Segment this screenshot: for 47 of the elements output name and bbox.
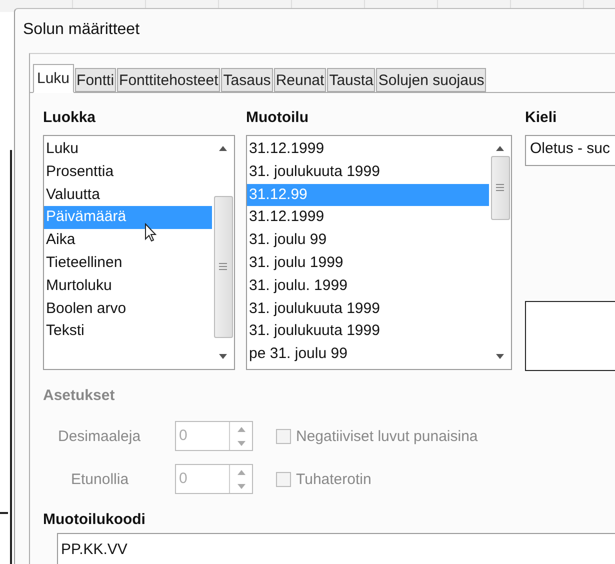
tab[interactable]: Fontti	[74, 68, 116, 92]
section-label: Muotoilukoodi	[43, 511, 146, 530]
tab[interactable]: Luku	[33, 64, 74, 93]
tab[interactable]: Solujen suojaus	[376, 68, 486, 92]
section-label: Muotoilu	[246, 109, 310, 128]
checkbox-label: Tuhaterotin	[296, 470, 372, 488]
up-arrow-icon[interactable]	[219, 146, 227, 151]
field-label: Etunollia	[70, 470, 130, 488]
list-item[interactable]: 31.12.1999	[247, 138, 489, 161]
scroll-thumb[interactable]	[490, 156, 510, 220]
grip-icon	[496, 184, 504, 191]
list-item[interactable]: Tieteellinen	[44, 252, 212, 275]
grip-icon	[219, 263, 227, 270]
list-item[interactable]: Luku	[44, 138, 212, 161]
list-item[interactable]: 31. joulu 99	[247, 229, 489, 252]
list-item[interactable]: Prosenttia	[44, 160, 212, 184]
section-label: Luokka	[43, 109, 97, 128]
category-list[interactable]: Luku Prosenttia Valuutta Päivämäärä Aika Tieteellinen Murtoluku Boolen arvo Teksti	[43, 135, 235, 370]
list-item[interactable]: 31.12.1999	[247, 206, 489, 230]
list-item[interactable]: pe 31. joulu 99	[247, 343, 489, 366]
scroll-thumb[interactable]	[214, 196, 232, 338]
list-item[interactable]: 31. joulukuuta 1999	[247, 160, 489, 184]
checkbox-label: Negatiiviset luvut punaisina	[296, 428, 478, 444]
tab[interactable]: Reunat	[274, 68, 326, 92]
down-arrow-icon[interactable]	[496, 354, 504, 359]
list-item[interactable]: Teksti	[44, 320, 212, 344]
language-dropdown[interactable]: Oletus - suc	[525, 135, 615, 166]
list-item[interactable]: 31. joulukuuta 1999	[247, 320, 489, 344]
list-item[interactable]: 31. joulu 1999	[247, 252, 489, 275]
down-arrow-icon[interactable]	[219, 354, 227, 359]
list-item[interactable]: Murtoluku	[44, 274, 212, 298]
section-label: Asetukset	[43, 387, 116, 406]
format-list[interactable]: 31.12.1999 31. joulukuuta 1999 31.12.99 31.12.1999 31. joulu 99 31. joulu 1999 31. joulu. 1999 31. joulukuuta 1999 31. joulukuuta 1999 pe 31. joulu 99	[246, 135, 512, 370]
field-label: Desimaaleja	[58, 428, 142, 444]
list-item[interactable]: Valuutta	[44, 184, 212, 206]
list-item[interactable]: 31. joulu. 1999	[247, 274, 489, 298]
tab[interactable]: Tausta	[327, 68, 376, 92]
list-item[interactable]: 31. joulukuuta 1999	[247, 298, 489, 320]
mouse-cursor-icon	[144, 223, 157, 242]
tab[interactable]: Fonttitehosteet	[117, 68, 220, 92]
list-item[interactable]: Boolen arvo	[44, 298, 212, 320]
up-arrow-icon[interactable]	[496, 146, 504, 151]
tab[interactable]: Tasaus	[221, 68, 273, 92]
section-label: Kieli	[525, 109, 558, 128]
format-code-field[interactable]: PP.KK.VV	[57, 533, 615, 564]
list-item[interactable]: Aika	[44, 229, 212, 252]
window-title: Solun määritteet	[22, 20, 141, 40]
